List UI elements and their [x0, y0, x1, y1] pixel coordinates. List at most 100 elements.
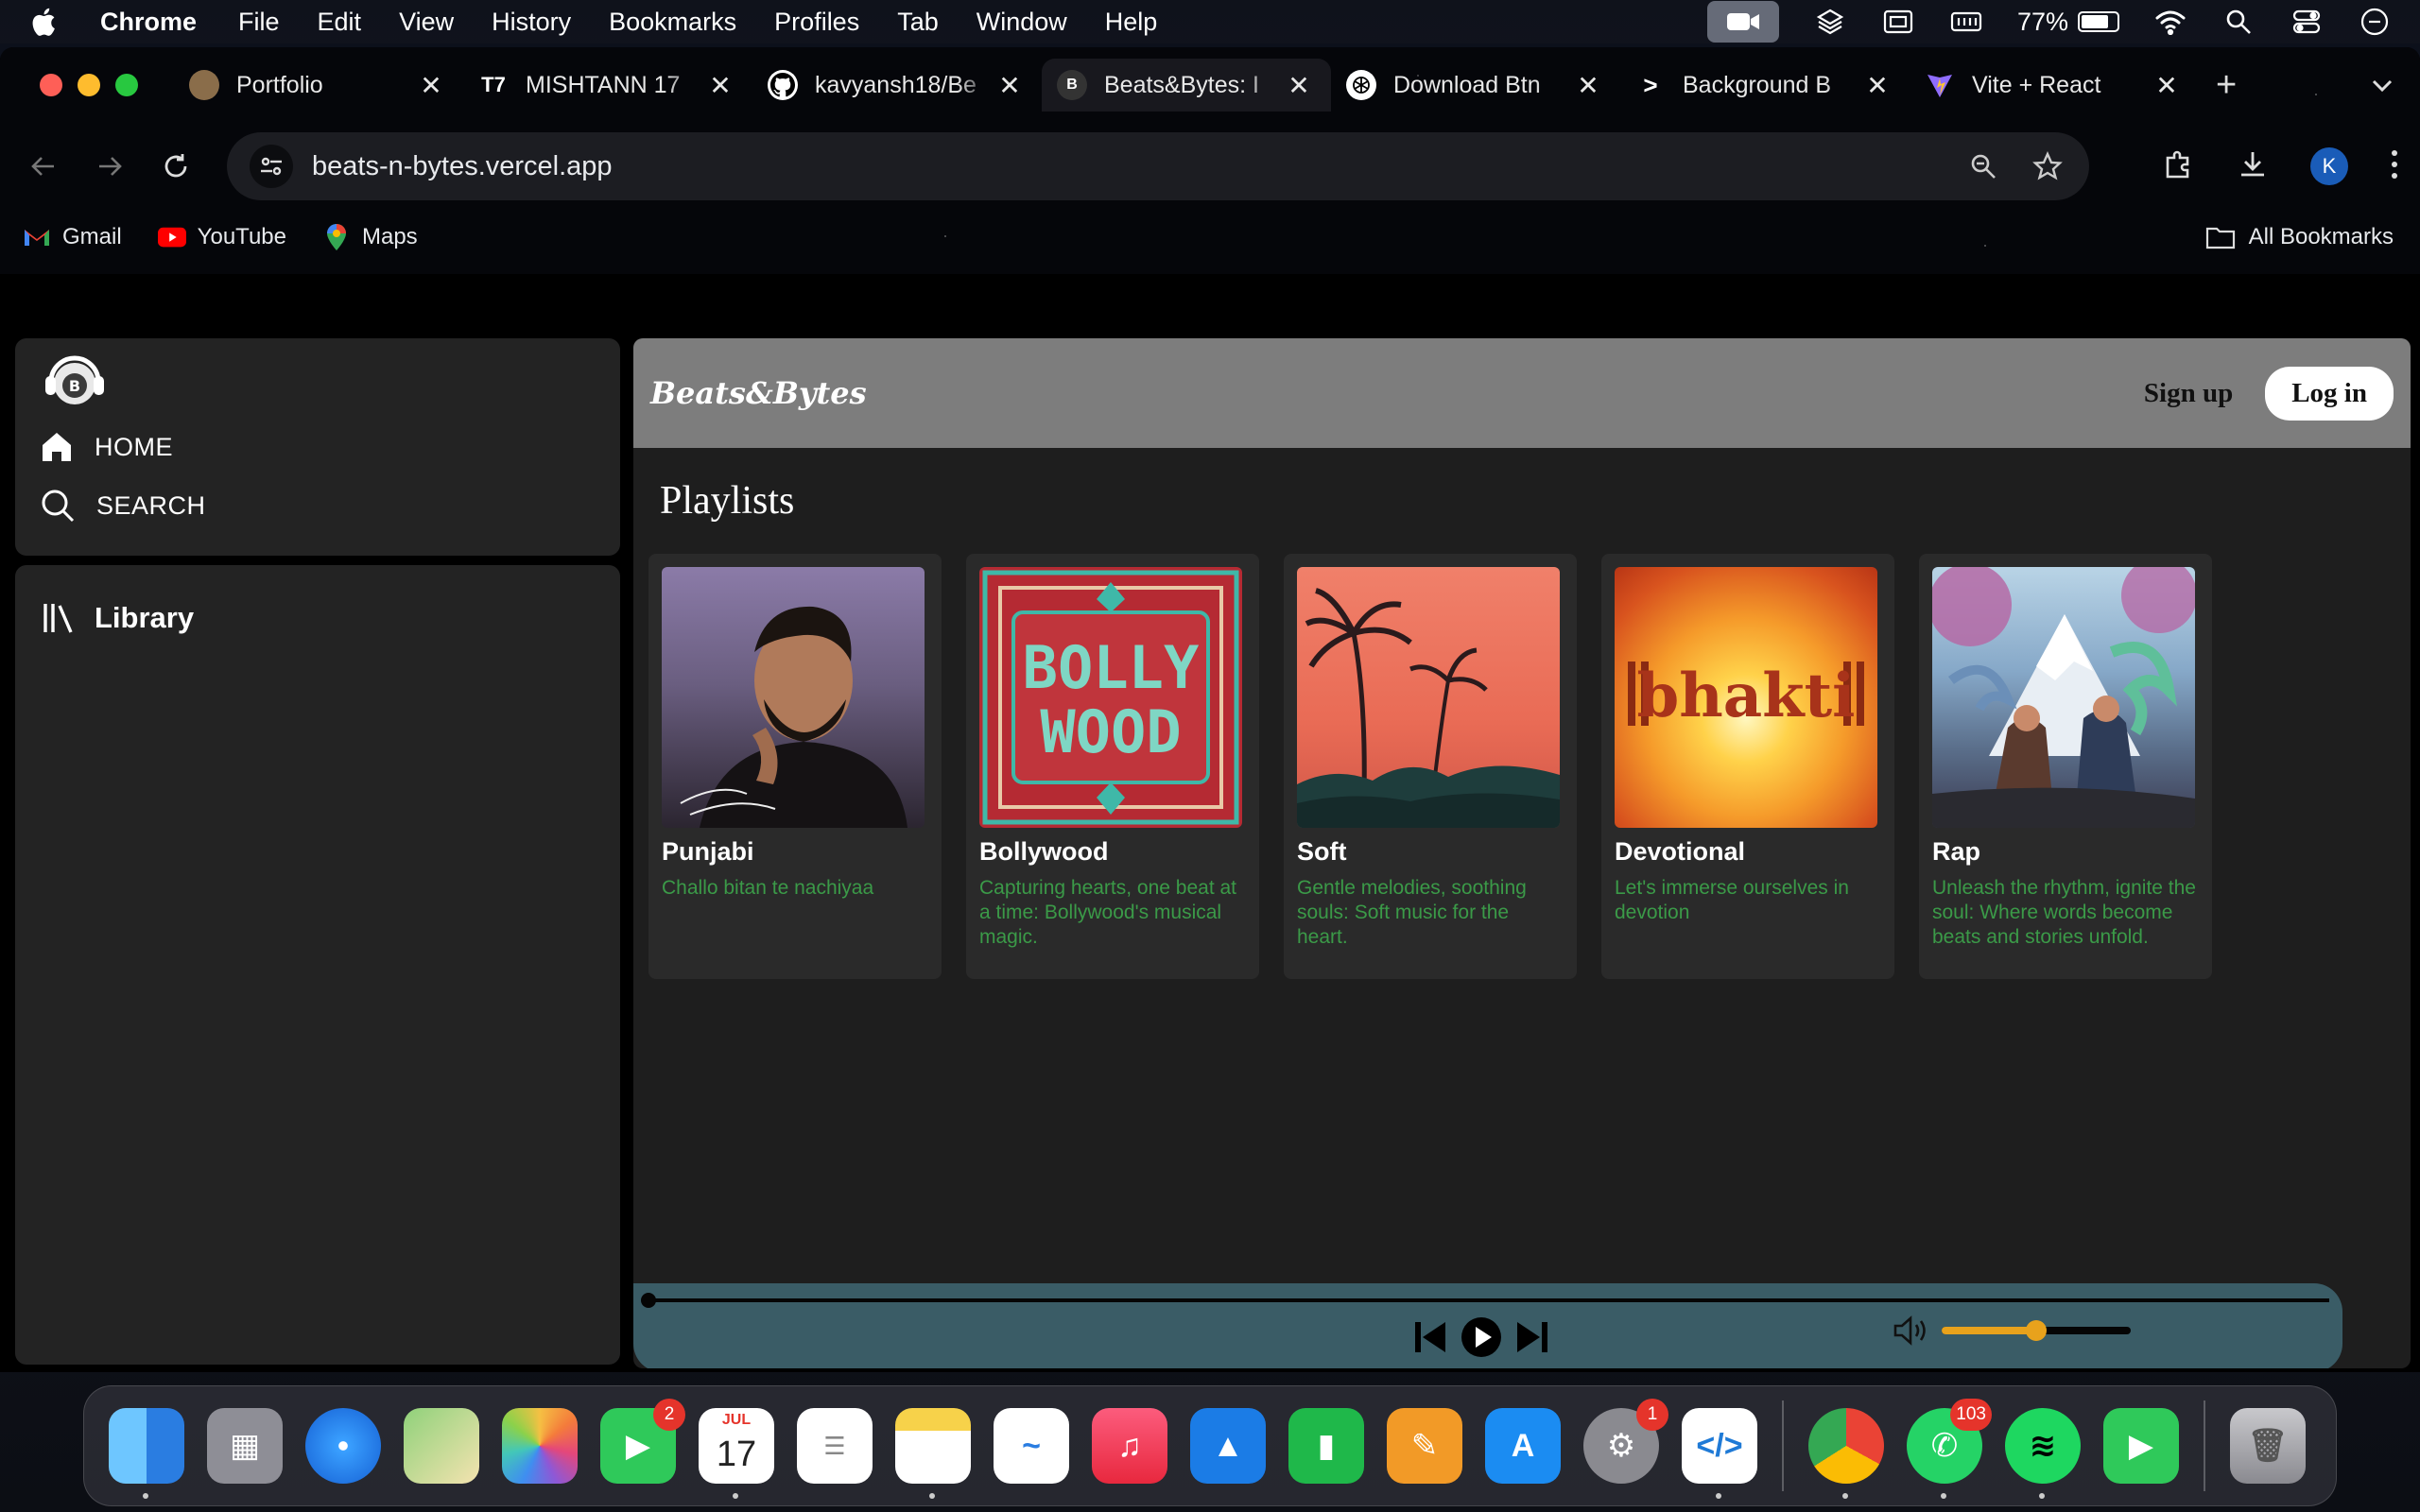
volume-handle[interactable] [2026, 1320, 2047, 1341]
dock-music-icon[interactable]: ♫ [1092, 1408, 1167, 1484]
downloads-icon[interactable] [2237, 148, 2269, 185]
menu-tab[interactable]: Tab [897, 8, 939, 37]
bookmark-youtube[interactable]: YouTube [157, 224, 286, 250]
memory-icon[interactable] [1949, 8, 1983, 36]
tab-search-chevron-icon[interactable] [2371, 71, 2394, 100]
dock-system-settings-icon[interactable]: ⚙ 1 [1583, 1399, 1668, 1484]
dock-maps-app-icon[interactable] [404, 1408, 479, 1484]
dock-photos-icon[interactable] [502, 1408, 578, 1484]
menu-help[interactable]: Help [1105, 8, 1158, 37]
playlist-card-soft[interactable]: Soft Gentle melodies, soothing souls: So… [1284, 554, 1577, 979]
tab-background[interactable]: > Background B ✕ [1620, 59, 1910, 112]
next-track-button[interactable] [1511, 1315, 1554, 1359]
menu-bookmarks[interactable]: Bookmarks [609, 8, 736, 37]
login-button[interactable]: Log in [2265, 366, 2394, 421]
close-tab-icon[interactable]: ✕ [414, 70, 448, 101]
reload-button[interactable] [153, 144, 199, 189]
seek-handle[interactable] [641, 1293, 656, 1308]
dock-whatsapp-icon[interactable]: ✆ 103 [1907, 1399, 1992, 1499]
menu-profiles[interactable]: Profiles [774, 8, 859, 37]
forward-button[interactable] [87, 144, 132, 189]
dock-freeform-icon[interactable]: ~ [994, 1408, 1069, 1484]
zoom-window-button[interactable] [115, 74, 138, 96]
playlist-card-devotional[interactable]: bhakti Devotional Let's immerse ourselve… [1601, 554, 1894, 979]
all-bookmarks-button[interactable]: All Bookmarks [2205, 224, 2394, 250]
playlist-cover-punjabi [662, 567, 925, 828]
bookmark-star-icon[interactable] [2029, 147, 2066, 185]
dock-spotify-icon[interactable]: ≋ [2005, 1408, 2081, 1499]
new-tab-button[interactable]: + [2216, 65, 2254, 106]
control-center-icon[interactable] [2290, 8, 2324, 36]
nav-library-link[interactable]: Library [42, 601, 194, 635]
chrome-menu-kebab-icon[interactable] [2390, 148, 2399, 185]
dock-safari-icon[interactable] [305, 1408, 381, 1484]
tab-mishtann[interactable]: T7 MISHTANN 17 ✕ [463, 59, 752, 112]
dock-finder-icon[interactable] [109, 1408, 184, 1499]
dock-chrome-icon[interactable] [1808, 1408, 1884, 1499]
notification-badge: 103 [1950, 1399, 1992, 1431]
layers-icon[interactable] [1813, 8, 1847, 36]
menu-history[interactable]: History [492, 8, 571, 37]
zoom-icon[interactable] [1964, 147, 2002, 185]
bookmark-maps[interactable]: Maps [322, 224, 418, 250]
playlist-card-bollywood[interactable]: BOLLY WOOD Bollywood Capturing hearts, o… [966, 554, 1259, 979]
menu-app-name[interactable]: Chrome [100, 8, 197, 37]
wifi-icon[interactable] [2153, 8, 2187, 36]
tab-portfolio[interactable]: Portfolio ✕ [174, 59, 463, 112]
close-tab-icon[interactable]: ✕ [1282, 70, 1316, 101]
extensions-puzzle-icon[interactable] [2163, 148, 2195, 185]
siri-clock-icon[interactable] [2358, 8, 2392, 36]
dock-launchpad-icon[interactable]: ▦ [207, 1408, 283, 1484]
close-tab-icon[interactable]: ✕ [993, 70, 1027, 101]
playlist-card-punjabi[interactable]: Punjabi Challo bitan te nachiyaa [648, 554, 942, 979]
close-window-button[interactable] [40, 74, 62, 96]
dock-keynote-icon[interactable]: ▲ [1190, 1408, 1266, 1484]
back-button[interactable] [21, 144, 66, 189]
dock-pages-icon[interactable]: ✎ [1387, 1408, 1462, 1484]
bookmark-gmail[interactable]: Gmail [23, 224, 122, 250]
dock-calendar-icon[interactable]: JUL 17 [699, 1408, 774, 1499]
display-icon[interactable] [1881, 8, 1915, 36]
beats-bytes-logo-icon[interactable]: B [42, 350, 108, 412]
brand-logo-text[interactable]: Beats&Bytes [650, 375, 867, 411]
dock-facetime-icon[interactable]: ▶ 2 [600, 1399, 685, 1484]
tab-vite-react[interactable]: Vite + React ✕ [1910, 59, 2199, 112]
dock-app-store-icon[interactable]: A [1485, 1408, 1561, 1484]
dock-facetime-recent-icon[interactable]: ▶ [2103, 1408, 2179, 1484]
nav-search-link[interactable]: SEARCH [40, 488, 206, 524]
minimize-window-button[interactable] [78, 74, 100, 96]
playlist-card-rap[interactable]: Rap Unleash the rhythm, ignite the soul:… [1919, 554, 2212, 979]
seek-bar[interactable] [647, 1298, 2329, 1302]
dock-trash-icon[interactable]: 🗑 [2230, 1408, 2306, 1484]
tab-download-btn[interactable]: Download Btn ✕ [1331, 59, 1620, 112]
volume-speaker-icon[interactable] [1893, 1315, 1928, 1346]
close-tab-icon[interactable]: ✕ [1860, 70, 1894, 101]
dock-reminders-icon[interactable]: ☰ [797, 1408, 873, 1484]
menu-window[interactable]: Window [977, 8, 1067, 37]
dock-vscode-icon[interactable]: </> [1682, 1408, 1757, 1499]
site-info-icon[interactable] [250, 145, 293, 188]
battery-status[interactable]: 77% [2017, 8, 2119, 37]
tab-beats-bytes[interactable]: B Beats&Bytes: I ✕ [1042, 59, 1331, 112]
tab-github[interactable]: kavyansh18/Be ✕ [752, 59, 1042, 112]
camera-in-use-icon[interactable] [1706, 1, 1779, 43]
play-button[interactable] [1460, 1315, 1503, 1359]
close-tab-icon[interactable]: ✕ [1571, 70, 1605, 101]
signup-button[interactable]: Sign up [2144, 378, 2233, 409]
dock-notes-icon[interactable] [895, 1408, 971, 1499]
address-bar[interactable]: beats-n-bytes.vercel.app [227, 132, 2089, 200]
volume-slider[interactable] [1942, 1320, 2131, 1341]
close-tab-icon[interactable]: ✕ [703, 70, 737, 101]
apple-icon[interactable] [28, 6, 57, 38]
menu-edit[interactable]: Edit [318, 8, 362, 37]
url-text[interactable]: beats-n-bytes.vercel.app [312, 151, 1938, 182]
menu-view[interactable]: View [399, 8, 454, 37]
close-tab-icon[interactable]: ✕ [2150, 70, 2184, 101]
vite-icon [1925, 70, 1955, 100]
nav-home-link[interactable]: HOME [40, 431, 173, 463]
previous-track-button[interactable] [1409, 1315, 1452, 1359]
spotlight-search-icon[interactable] [2221, 8, 2256, 36]
menu-file[interactable]: File [238, 8, 280, 37]
dock-numbers-icon[interactable]: ▮ [1288, 1408, 1364, 1484]
profile-avatar[interactable]: K [2310, 147, 2348, 185]
